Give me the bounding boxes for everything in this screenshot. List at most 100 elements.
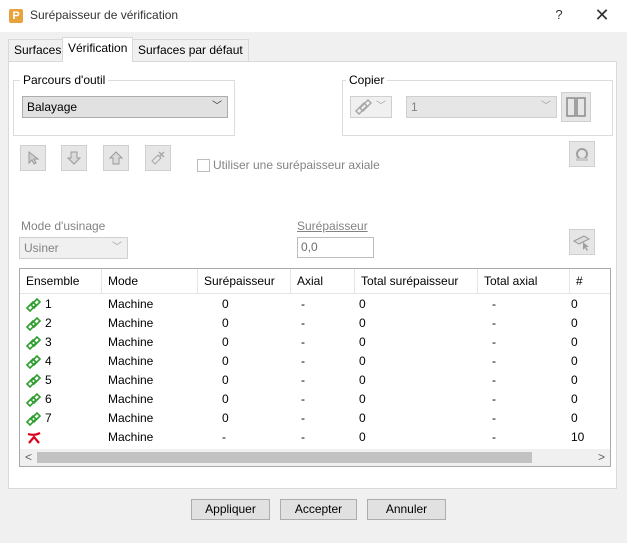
row-count: 0 bbox=[571, 354, 578, 368]
move-up-button[interactable] bbox=[103, 145, 129, 171]
row-total-thickness: 0 bbox=[359, 430, 366, 444]
machining-mode-value: Usiner bbox=[24, 241, 59, 255]
app-icon: P bbox=[9, 9, 23, 23]
row-set-number: 4 bbox=[45, 354, 52, 368]
copy-icon bbox=[566, 97, 586, 117]
table-row[interactable]: 1 Machine 0 - 0 - 0 bbox=[20, 295, 610, 314]
toolpath-group-label: Parcours d'outil bbox=[20, 73, 109, 87]
scrollbar-thumb[interactable] bbox=[37, 452, 532, 463]
row-set-number: 3 bbox=[45, 335, 52, 349]
row-total-thickness: 0 bbox=[359, 411, 366, 425]
gear-icon bbox=[576, 148, 588, 161]
surface-set-icon bbox=[26, 298, 42, 312]
table-row[interactable]: Machine - - 0 - 10 bbox=[20, 428, 610, 447]
delete-set-button[interactable] bbox=[145, 145, 171, 171]
window-title: Surépaisseur de vérification bbox=[30, 8, 179, 22]
row-mode: Machine bbox=[108, 392, 154, 406]
table-row[interactable]: 3 Machine 0 - 0 - 0 bbox=[20, 333, 610, 352]
row-total-thickness: 0 bbox=[359, 373, 366, 387]
column-header-thickness[interactable]: Surépaisseur bbox=[198, 269, 291, 293]
chevron-down-icon: ﹀ bbox=[541, 101, 551, 112]
copy-value: 1 bbox=[411, 100, 418, 114]
thickness-input[interactable]: 0,0 bbox=[297, 237, 374, 258]
move-down-button[interactable] bbox=[61, 145, 87, 171]
row-axial: - bbox=[301, 354, 305, 368]
column-header-set[interactable]: Ensemble bbox=[20, 269, 102, 293]
row-mode: Machine bbox=[108, 430, 154, 444]
select-button[interactable] bbox=[20, 145, 46, 171]
row-axial: - bbox=[301, 373, 305, 387]
settings-button[interactable] bbox=[569, 141, 595, 167]
axial-thickness-label: Utiliser une surépaisseur axiale bbox=[213, 158, 380, 172]
row-thickness: 0 bbox=[222, 354, 229, 368]
row-set-number: 7 bbox=[45, 411, 52, 425]
axial-thickness-checkbox[interactable] bbox=[197, 159, 210, 172]
row-axial: - bbox=[301, 297, 305, 311]
column-header-mode[interactable]: Mode bbox=[102, 269, 198, 293]
arrow-up-icon bbox=[108, 151, 124, 165]
copy-set-select[interactable]: ﹀ bbox=[350, 96, 392, 118]
row-mode: Machine bbox=[108, 373, 154, 387]
table-row[interactable]: 6 Machine 0 - 0 - 0 bbox=[20, 390, 610, 409]
surface-set-icon bbox=[26, 317, 42, 331]
pointer-icon bbox=[28, 150, 40, 165]
row-total-axial: - bbox=[492, 335, 496, 349]
row-thickness: 0 bbox=[222, 297, 229, 311]
surface-set-icon bbox=[26, 393, 42, 407]
delete-set-icon bbox=[151, 151, 165, 165]
chevron-down-icon: ﹀ bbox=[376, 101, 386, 112]
column-header-axial[interactable]: Axial bbox=[291, 269, 355, 293]
copy-button[interactable] bbox=[561, 92, 591, 122]
cancel-button[interactable]: Annuler bbox=[367, 499, 446, 520]
column-header-total-thickness[interactable]: Total surépaisseur bbox=[355, 269, 478, 293]
row-count: 0 bbox=[571, 373, 578, 387]
table-row[interactable]: 4 Machine 0 - 0 - 0 bbox=[20, 352, 610, 371]
machining-mode-label: Mode d'usinage bbox=[21, 219, 106, 233]
column-header-total-axial[interactable]: Total axial bbox=[478, 269, 570, 293]
row-set-number: 1 bbox=[45, 297, 52, 311]
row-thickness: 0 bbox=[222, 411, 229, 425]
column-header-count[interactable]: # bbox=[570, 269, 610, 293]
horizontal-scrollbar[interactable]: < > bbox=[20, 449, 610, 466]
row-mode: Machine bbox=[108, 411, 154, 425]
pick-surfaces-button[interactable] bbox=[569, 229, 595, 255]
row-set-number: 6 bbox=[45, 392, 52, 406]
surface-set-icon bbox=[354, 99, 373, 115]
arrow-down-icon bbox=[66, 151, 82, 165]
tab-verification[interactable]: Vérification bbox=[62, 37, 134, 62]
row-count: 0 bbox=[571, 392, 578, 406]
help-button[interactable]: ? bbox=[552, 7, 566, 23]
table-row[interactable]: 7 Machine 0 - 0 - 0 bbox=[20, 409, 610, 428]
toolpath-select[interactable]: Balayage ﹀ bbox=[22, 96, 228, 118]
header-divider bbox=[20, 293, 610, 294]
copy-value-select[interactable]: 1 ﹀ bbox=[406, 96, 557, 118]
scroll-right-icon[interactable]: > bbox=[593, 449, 610, 466]
row-count: 0 bbox=[571, 316, 578, 330]
title-bar: P Surépaisseur de vérification ? ✕ bbox=[0, 0, 627, 32]
row-set-number: 5 bbox=[45, 373, 52, 387]
row-total-axial: - bbox=[492, 316, 496, 330]
unassigned-x-icon bbox=[27, 432, 41, 444]
row-axial: - bbox=[301, 316, 305, 330]
row-total-thickness: 0 bbox=[359, 316, 366, 330]
tab-default-surfaces[interactable]: Surfaces par défaut bbox=[132, 39, 249, 61]
scroll-left-icon[interactable]: < bbox=[20, 449, 37, 466]
row-total-axial: - bbox=[492, 297, 496, 311]
tab-surfaces[interactable]: Surfaces bbox=[8, 39, 68, 61]
row-total-thickness: 0 bbox=[359, 297, 366, 311]
accept-button[interactable]: Accepter bbox=[280, 499, 357, 520]
table-row[interactable]: 2 Machine 0 - 0 - 0 bbox=[20, 314, 610, 333]
row-count: 10 bbox=[571, 430, 585, 444]
chevron-down-icon: ﹀ bbox=[212, 101, 222, 112]
machining-mode-select[interactable]: Usiner ﹀ bbox=[19, 237, 128, 259]
row-thickness: 0 bbox=[222, 392, 229, 406]
apply-button[interactable]: Appliquer bbox=[191, 499, 270, 520]
surface-set-icon bbox=[26, 412, 42, 426]
sets-table: Ensemble Mode Surépaisseur Axial Total s… bbox=[19, 268, 611, 467]
close-button[interactable]: ✕ bbox=[590, 4, 614, 26]
row-axial: - bbox=[301, 392, 305, 406]
copy-group-label: Copier bbox=[346, 73, 388, 87]
row-total-thickness: 0 bbox=[359, 354, 366, 368]
surface-set-icon bbox=[26, 374, 42, 388]
table-row[interactable]: 5 Machine 0 - 0 - 0 bbox=[20, 371, 610, 390]
